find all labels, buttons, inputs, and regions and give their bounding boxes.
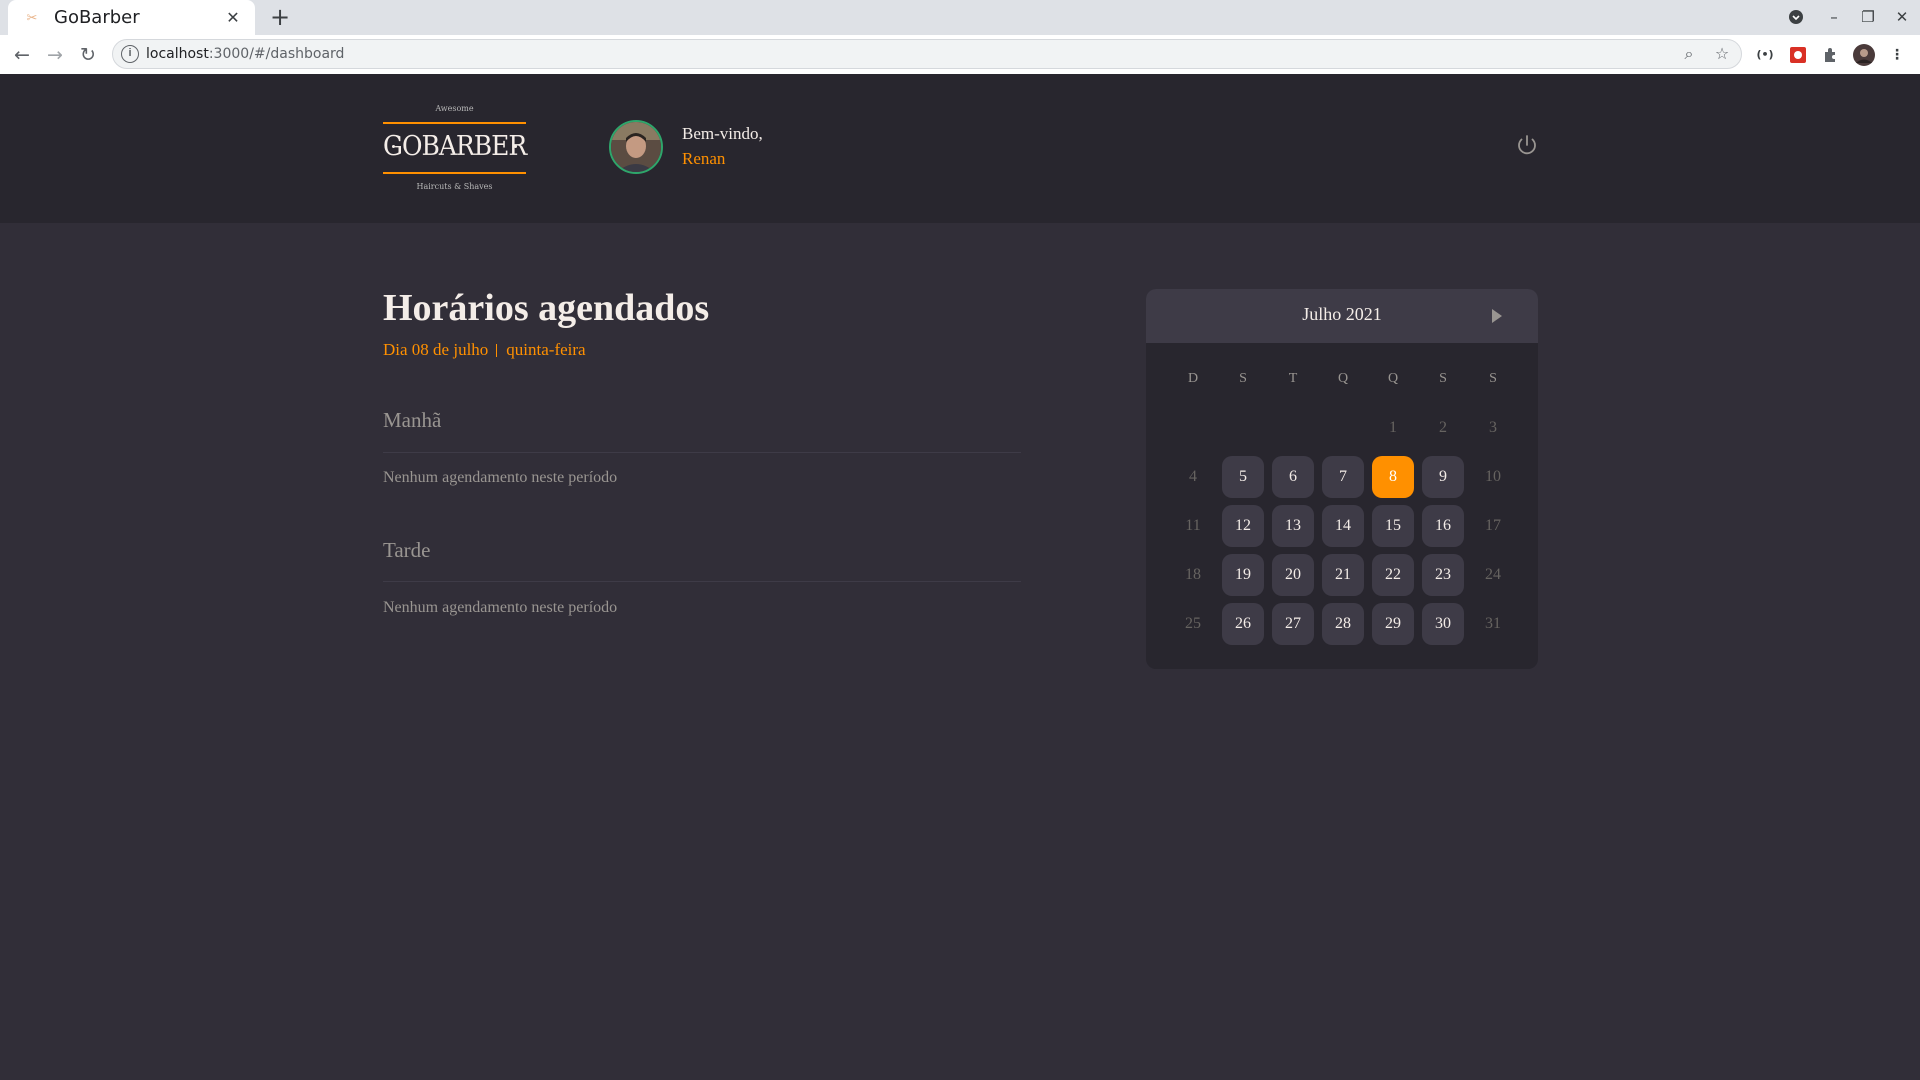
calendar-weekday: Q xyxy=(1337,371,1349,386)
selected-weekday: quinta-feira xyxy=(506,340,586,359)
empty-message-morning: Nenhum agendamento neste período xyxy=(383,469,618,486)
calendar-day[interactable]: 21 xyxy=(1322,554,1364,596)
calendar-month-caption: Julho 2021 xyxy=(1302,304,1382,324)
browser-menu-icon[interactable]: ⋮ xyxy=(1886,44,1908,66)
extension-red-icon[interactable] xyxy=(1787,44,1809,66)
calendar-weekday: S xyxy=(1439,371,1447,386)
calendar-day[interactable]: 16 xyxy=(1422,505,1464,547)
section-title-afternoon: Tarde xyxy=(383,538,431,562)
section-divider-afternoon xyxy=(383,581,1021,582)
calendar-day[interactable]: 15 xyxy=(1372,505,1414,547)
gobarber-logo: Awesome GOBARBER Haircuts & Shaves xyxy=(383,104,527,192)
profile-link[interactable]: Renan xyxy=(682,149,725,169)
calendar-day: 24 xyxy=(1485,566,1501,583)
zoom-icon[interactable]: ⌕ xyxy=(1678,43,1700,65)
calendar-day[interactable]: 30 xyxy=(1422,603,1464,645)
empty-message-afternoon: Nenhum agendamento neste período xyxy=(383,599,618,616)
calendar-day: 1 xyxy=(1389,419,1397,436)
calendar-day: 3 xyxy=(1489,419,1497,436)
calendar-day[interactable]: 20 xyxy=(1272,554,1314,596)
calendar-day[interactable]: 9 xyxy=(1422,456,1464,498)
calendar-weekday: Q xyxy=(1387,371,1399,386)
logo-rule-top xyxy=(383,122,526,124)
calendar-weekday: T xyxy=(1288,371,1298,386)
calendar-day[interactable]: 22 xyxy=(1372,554,1414,596)
selected-date: Dia 08 de julho xyxy=(383,340,489,359)
bookmark-star-icon[interactable]: ☆ xyxy=(1711,43,1733,65)
calendar-day: 10 xyxy=(1485,468,1501,485)
calendar-day[interactable]: 13 xyxy=(1272,505,1314,547)
calendar-header: Julho 2021 xyxy=(1146,289,1538,343)
calendar-day[interactable]: 6 xyxy=(1272,456,1314,498)
url-path: :3000/#/dashboard xyxy=(208,46,345,62)
restore-icon[interactable]: ❐ xyxy=(1854,6,1882,28)
power-icon[interactable] xyxy=(1515,133,1539,157)
selected-date-info: Dia 08 de julho quinta-feira xyxy=(383,340,586,360)
profile-avatar-icon[interactable] xyxy=(1853,44,1875,66)
welcome-text: Bem-vindo, xyxy=(682,124,763,143)
tab-search-icon[interactable] xyxy=(1782,6,1810,28)
calendar-weekday: S xyxy=(1489,371,1497,386)
calendar-day[interactable]: 29 xyxy=(1372,603,1414,645)
extensions-puzzle-icon[interactable] xyxy=(1820,44,1842,66)
calendar-day-selected[interactable]: 8 xyxy=(1372,456,1414,498)
calendar-day: 2 xyxy=(1439,419,1447,436)
logo-rule-bottom xyxy=(383,172,526,174)
url-host: localhost xyxy=(146,46,209,62)
next-month-icon[interactable] xyxy=(1492,309,1502,323)
address-bar[interactable]: i localhost:3000/#/dashboard ⌕ ☆ xyxy=(112,39,1742,69)
minimize-icon[interactable]: – xyxy=(1820,6,1848,28)
calendar-day: 4 xyxy=(1189,468,1197,485)
section-divider-morning xyxy=(383,452,1021,453)
calendar-day: 17 xyxy=(1485,517,1501,534)
calendar-day: 18 xyxy=(1185,566,1201,583)
calendar-day[interactable]: 27 xyxy=(1272,603,1314,645)
logo-tagline-bottom: Haircuts & Shaves xyxy=(416,182,493,191)
window-close-icon[interactable]: ✕ xyxy=(1888,6,1916,28)
calendar-day[interactable]: 12 xyxy=(1222,505,1264,547)
tab-title: GoBarber xyxy=(54,7,140,28)
calendar-day: 25 xyxy=(1185,615,1201,632)
calendar: Julho 2021 DSTQQSS 1 2 3 4 5 6 7 8 9 10 11 12 13 14 15… xyxy=(1146,289,1538,669)
calendar-day: 11 xyxy=(1185,517,1201,534)
browser-tabstrip: ✂ GoBarber ✕ + – ❐ ✕ xyxy=(0,0,1920,35)
reload-icon[interactable]: ↻ xyxy=(75,42,101,68)
logo-tagline-top: Awesome xyxy=(435,104,474,113)
calendar-day: 31 xyxy=(1485,615,1501,632)
browser-toolbar: ← → ↻ i localhost:3000/#/dashboard ⌕ ☆ (… xyxy=(0,35,1920,74)
logo-wordmark: GOBARBER xyxy=(383,129,527,162)
extension-radio-icon[interactable]: (•) xyxy=(1754,44,1776,66)
calendar-day[interactable]: 19 xyxy=(1222,554,1264,596)
app-header xyxy=(0,74,1920,223)
page-title: Horários agendados xyxy=(383,287,710,329)
calendar-weekday: S xyxy=(1239,371,1247,386)
calendar-weekday: D xyxy=(1187,371,1199,386)
date-separator xyxy=(496,343,498,357)
logo-dot-right xyxy=(514,145,517,148)
calendar-day[interactable]: 26 xyxy=(1222,603,1264,645)
calendar-day[interactable]: 7 xyxy=(1322,456,1364,498)
favicon-icon: ✂ xyxy=(26,9,38,25)
site-info-icon[interactable]: i xyxy=(121,45,139,63)
calendar-day[interactable]: 23 xyxy=(1422,554,1464,596)
close-tab-icon[interactable]: ✕ xyxy=(223,8,243,27)
calendar-day[interactable]: 5 xyxy=(1222,456,1264,498)
section-title-morning: Manhã xyxy=(383,408,442,432)
new-tab-button[interactable]: + xyxy=(266,4,294,32)
calendar-day[interactable]: 28 xyxy=(1322,603,1364,645)
calendar-day[interactable]: 14 xyxy=(1322,505,1364,547)
user-avatar[interactable] xyxy=(609,120,663,174)
browser-tab[interactable]: ✂ GoBarber ✕ xyxy=(8,0,255,35)
back-icon[interactable]: ← xyxy=(9,42,35,68)
url-text[interactable]: localhost:3000/#/dashboard xyxy=(146,46,344,62)
forward-icon[interactable]: → xyxy=(42,42,68,68)
